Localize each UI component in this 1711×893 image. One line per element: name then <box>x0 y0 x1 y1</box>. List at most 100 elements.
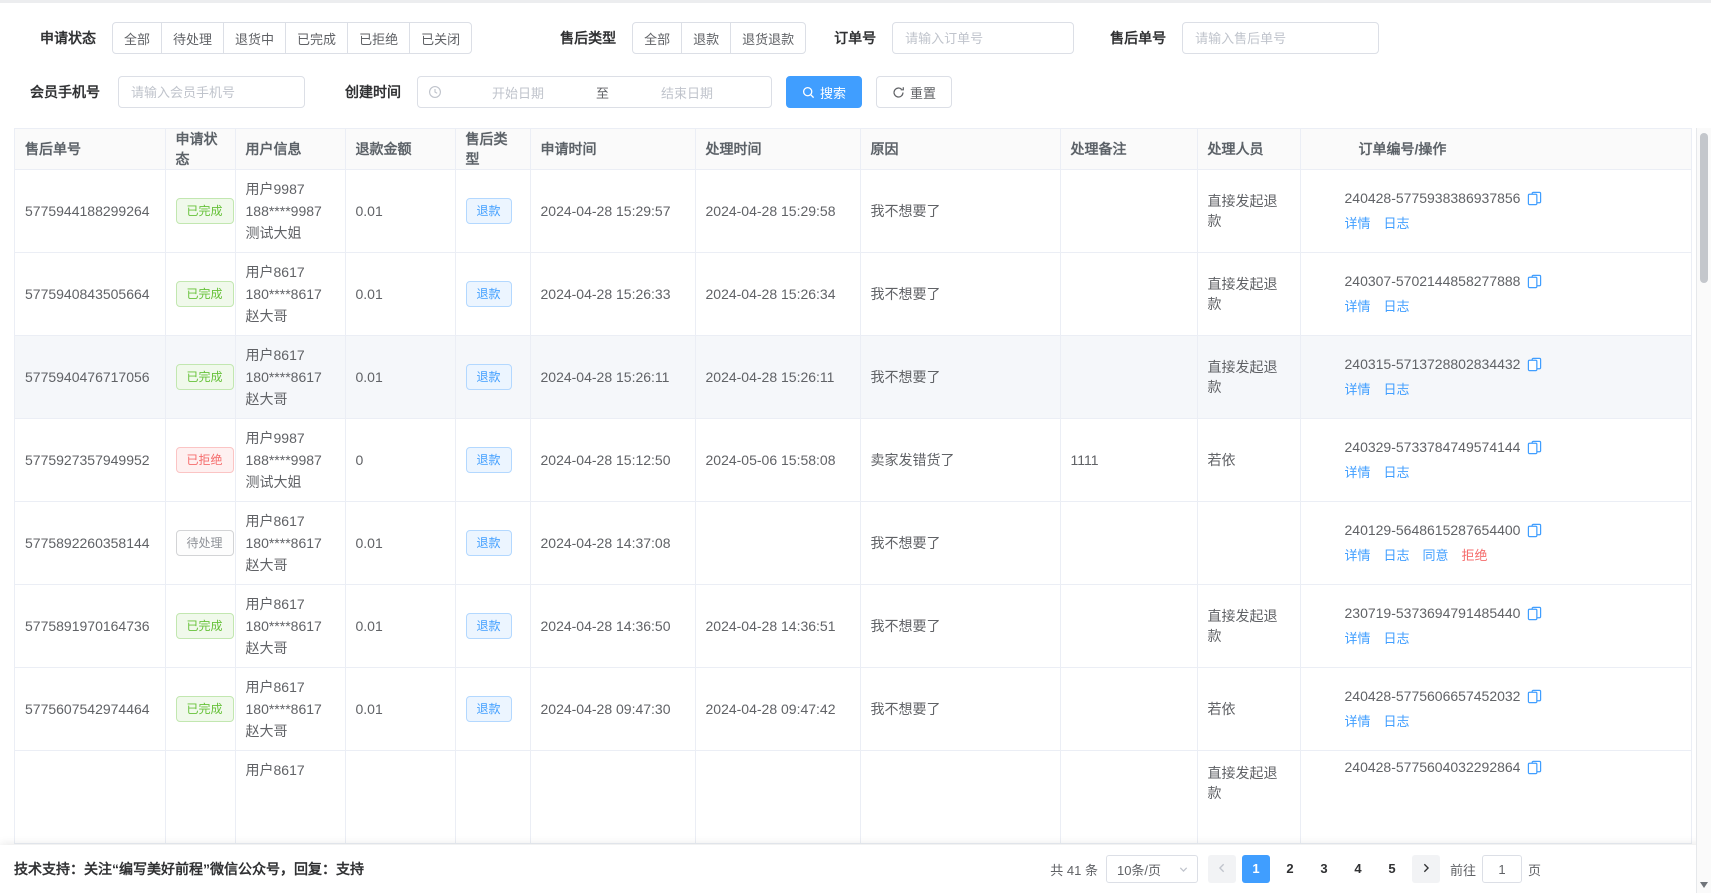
aftersale-type-cell: 退款 <box>455 668 530 751</box>
page-size-value: 10条/页 <box>1117 860 1161 879</box>
order-actions-cell: 240307-5702144858277888详情日志 <box>1300 253 1691 336</box>
handler-cell: 直接发起退款 <box>1197 170 1300 253</box>
order-actions-cell: 240315-5713728802834432 详情日志 <box>1300 336 1691 419</box>
aftersale-type-cell: 退款 <box>455 170 530 253</box>
table-row: 5775607542974464已完成用户8617180****8617赵大哥0… <box>15 668 1691 751</box>
status-cell: 已完成 <box>165 751 235 845</box>
action-log-link[interactable]: 日志 <box>1384 462 1410 481</box>
date-end-placeholder[interactable]: 结束日期 <box>613 83 761 102</box>
column-header-reason: 原因 <box>860 129 1060 170</box>
row-actions: 详情日志同意拒绝 <box>1345 545 1682 564</box>
search-button[interactable]: 搜索 <box>786 76 862 108</box>
aftersale-no-input[interactable] <box>1182 22 1379 54</box>
table-row: 5775927357949952已拒绝用户9987188****9987测试大姐… <box>15 419 1691 502</box>
action-log-link[interactable]: 日志 <box>1384 545 1410 564</box>
copy-icon[interactable] <box>1527 191 1542 206</box>
type-badge: 退款 <box>466 281 512 307</box>
action-detail-link[interactable]: 详情 <box>1345 213 1371 232</box>
remark-cell <box>1060 585 1197 668</box>
action-log-link[interactable]: 日志 <box>1384 628 1410 647</box>
refund-amount-cell: 0.01 <box>345 585 455 668</box>
reset-button-label: 重置 <box>910 83 936 102</box>
action-detail-link[interactable]: 详情 <box>1345 628 1371 647</box>
copy-icon[interactable] <box>1527 440 1542 455</box>
order-no-input[interactable] <box>892 22 1074 54</box>
action-detail-link[interactable]: 详情 <box>1345 711 1371 730</box>
date-start-placeholder[interactable]: 开始日期 <box>444 83 592 102</box>
table-row: 5775892260358144待处理用户8617180****8617赵大哥0… <box>15 502 1691 585</box>
type-filter-option[interactable]: 退货退款 <box>730 22 806 54</box>
type-filter-option[interactable]: 全部 <box>632 22 682 54</box>
status-filter-option[interactable]: 已拒绝 <box>347 22 410 54</box>
aftersale-type-cell: 退款 <box>455 336 530 419</box>
prev-page-button[interactable] <box>1208 855 1236 883</box>
copy-icon[interactable] <box>1527 274 1542 289</box>
scrollbar-down-arrow[interactable] <box>1700 882 1708 888</box>
aftersale-no-cell: 5775891970164736 <box>15 585 165 668</box>
status-cell: 已完成 <box>165 253 235 336</box>
page-button[interactable]: 5 <box>1378 855 1406 883</box>
user-info-cell: 用户8617 <box>235 751 345 845</box>
status-filter-option[interactable]: 退货中 <box>223 22 286 54</box>
handler-cell: 若依 <box>1197 668 1300 751</box>
column-header-user-info: 用户信息 <box>235 129 345 170</box>
column-header-handler: 处理人员 <box>1197 129 1300 170</box>
status-cell: 已完成 <box>165 336 235 419</box>
next-page-button[interactable] <box>1412 855 1440 883</box>
copy-icon[interactable] <box>1527 523 1542 538</box>
order-no-label: 订单号 <box>834 28 876 48</box>
action-detail-link[interactable]: 详情 <box>1345 296 1371 315</box>
page-size-select[interactable]: 10条/页 <box>1106 855 1198 883</box>
action-reject-link[interactable]: 拒绝 <box>1462 545 1488 564</box>
remark-cell <box>1060 751 1197 845</box>
action-approve-link[interactable]: 同意 <box>1423 545 1449 564</box>
page-button[interactable]: 2 <box>1276 855 1304 883</box>
status-badge: 已完成 <box>176 613 234 639</box>
status-filter-option[interactable]: 已完成 <box>285 22 348 54</box>
status-badge: 已完成 <box>176 696 234 722</box>
row-actions: 详情日志 <box>1345 213 1682 232</box>
action-detail-link[interactable]: 详情 <box>1345 462 1371 481</box>
action-log-link[interactable]: 日志 <box>1384 379 1410 398</box>
status-badge: 已完成 <box>176 281 234 307</box>
status-filter-option[interactable]: 待处理 <box>161 22 224 54</box>
copy-icon[interactable] <box>1527 357 1542 372</box>
page-button[interactable]: 3 <box>1310 855 1338 883</box>
action-log-link[interactable]: 日志 <box>1384 213 1410 232</box>
type-badge: 退款 <box>466 843 512 844</box>
status-filter-option[interactable]: 已关闭 <box>409 22 472 54</box>
scrollbar-thumb[interactable] <box>1700 133 1708 283</box>
type-filter-option[interactable]: 退款 <box>681 22 731 54</box>
action-log-link[interactable]: 日志 <box>1384 711 1410 730</box>
user-info-cell: 用户8617180****8617赵大哥 <box>235 668 345 751</box>
action-log-link[interactable]: 日志 <box>1384 296 1410 315</box>
goto-page-input[interactable] <box>1482 855 1522 883</box>
status-filter-option[interactable]: 全部 <box>112 22 162 54</box>
copy-icon[interactable] <box>1527 760 1542 775</box>
handler-cell: 直接发起退款 <box>1197 585 1300 668</box>
type-badge: 退款 <box>466 530 512 556</box>
action-detail-link[interactable]: 详情 <box>1345 379 1371 398</box>
copy-icon[interactable] <box>1527 606 1542 621</box>
apply-time-cell: 2024-04-28 15:26:33 <box>530 253 695 336</box>
footer-bar: 技术支持：关注“编写美好前程”微信公众号，回复：支持 共 41 条 10条/页 … <box>0 845 1711 893</box>
row-actions: 详情日志 <box>1345 711 1682 730</box>
pager: 12345 <box>1208 855 1440 883</box>
page-button[interactable]: 4 <box>1344 855 1372 883</box>
page-button[interactable]: 1 <box>1242 855 1270 883</box>
type-badge: 退款 <box>466 696 512 722</box>
reason-cell: 我不想要了 <box>860 170 1060 253</box>
status-cell: 待处理 <box>165 502 235 585</box>
date-range-picker[interactable]: 开始日期 至 结束日期 <box>417 76 772 108</box>
type-filter-label: 售后类型 <box>560 28 616 48</box>
copy-icon[interactable] <box>1527 689 1542 704</box>
reset-button[interactable]: 重置 <box>876 76 952 108</box>
apply-time-cell: 2024-04-28 15:29:57 <box>530 170 695 253</box>
handler-cell: 直接发起退款 <box>1197 253 1300 336</box>
phone-input[interactable] <box>118 76 305 108</box>
vertical-scrollbar[interactable] <box>1696 128 1711 893</box>
order-no-text: 240315-5713728802834432 <box>1345 356 1521 372</box>
column-header-apply-time: 申请时间 <box>530 129 695 170</box>
action-detail-link[interactable]: 详情 <box>1345 545 1371 564</box>
user-info-cell: 用户9987188****9987测试大姐 <box>235 170 345 253</box>
